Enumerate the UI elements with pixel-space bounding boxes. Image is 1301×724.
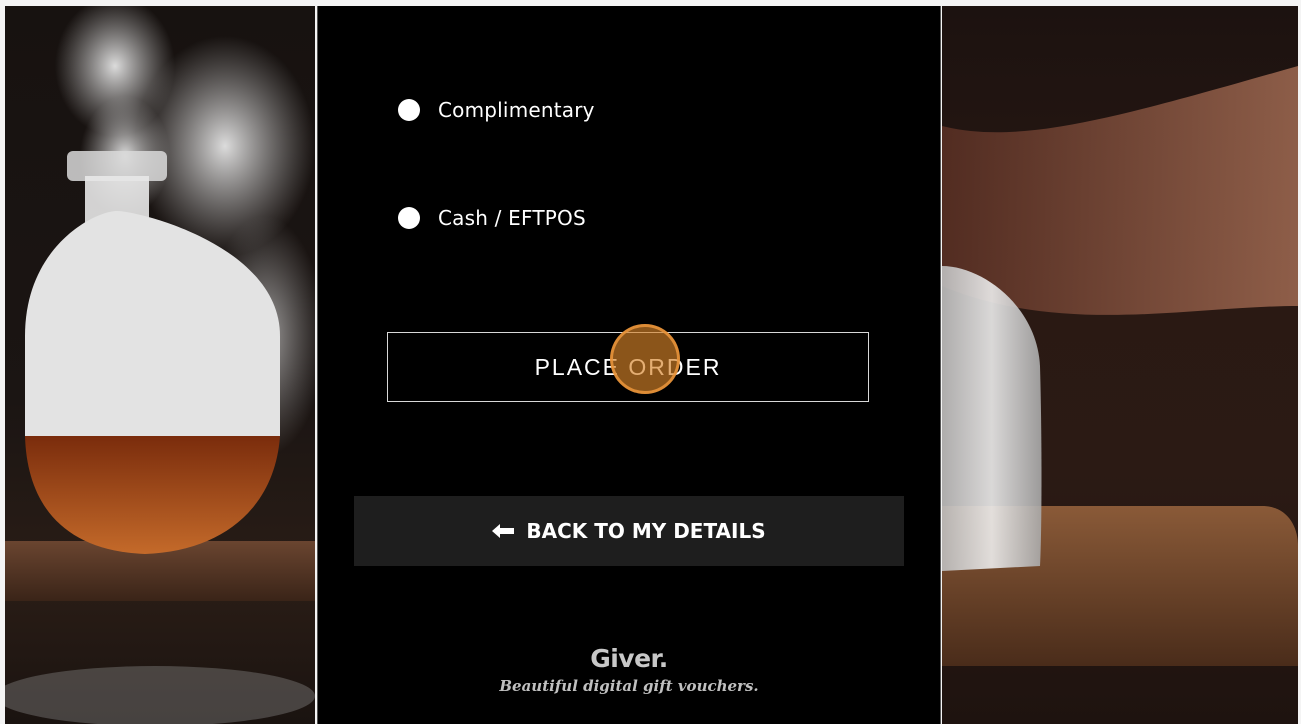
radio-button[interactable]: [398, 99, 420, 121]
payment-option-label: Cash / EFTPOS: [438, 206, 586, 230]
payment-option-complimentary[interactable]: Complimentary: [398, 98, 595, 122]
back-button-label: BACK TO MY DETAILS: [526, 519, 766, 543]
brand-tagline: Beautiful digital gift vouchers.: [499, 677, 759, 695]
brand-logo[interactable]: Giver.: [318, 644, 940, 673]
page: Complimentary Cash / EFTPOS PLACE ORDER …: [0, 0, 1301, 724]
payment-panel: Complimentary Cash / EFTPOS PLACE ORDER …: [317, 6, 941, 724]
place-order-button[interactable]: PLACE ORDER: [387, 332, 869, 402]
smoking-flask-illustration: [5, 6, 315, 724]
brand-footer: Giver. Beautiful digital gift vouchers.: [318, 644, 940, 695]
radio-button[interactable]: [398, 207, 420, 229]
arrow-left-icon: [492, 524, 515, 538]
glass-on-board-illustration: [942, 66, 1298, 666]
payment-option-cash-eftpos[interactable]: Cash / EFTPOS: [398, 206, 586, 230]
smoking-flask-photo: [5, 6, 315, 724]
payment-option-label: Complimentary: [438, 98, 595, 122]
place-order-label: PLACE ORDER: [534, 353, 722, 380]
back-to-details-button[interactable]: BACK TO MY DETAILS: [354, 496, 904, 566]
glass-on-board-photo: [942, 6, 1298, 724]
